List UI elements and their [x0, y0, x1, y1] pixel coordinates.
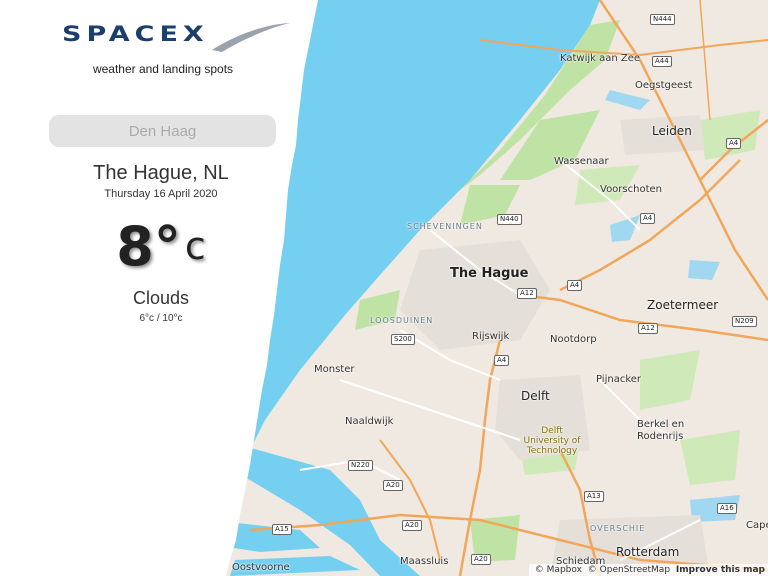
map-label-wassenaar: Wassenaar: [554, 156, 609, 167]
road-shield-n209: N209: [732, 316, 757, 327]
map-label-voorschoten: Voorschoten: [600, 184, 662, 195]
map-label-delft: Delft: [521, 389, 550, 403]
temperature-value: 8°: [116, 215, 181, 278]
map-label-zoetermeer: Zoetermeer: [647, 298, 719, 312]
map-attribution: © Mapbox © OpenStreetMap Improve this ma…: [528, 564, 768, 576]
weather-panel: SPACEX weather and landing spots The Hag…: [0, 0, 330, 576]
road-shield-a20-a: A20: [383, 480, 403, 491]
tagline: weather and landing spots: [92, 62, 234, 76]
road-shield-n220: N220: [348, 460, 373, 471]
app: Katwijk aan Zee Oegstgeest Leiden Wassen…: [0, 0, 768, 576]
spacex-logo: SPACEX: [62, 20, 292, 56]
map-label-katwijk: Katwijk aan Zee: [560, 53, 641, 64]
map-label-pijnacker: Pijnacker: [596, 374, 642, 385]
map-label-nootdorp: Nootdorp: [550, 334, 597, 345]
logo-swoosh-icon: [212, 23, 290, 52]
temperature-range: 6°c / 10°c: [139, 313, 183, 324]
road-shield-a44: A44: [652, 56, 672, 67]
city-name: The Hague, NL: [93, 162, 229, 184]
road-shield-a16: A16: [717, 503, 737, 514]
map-label-maassluis: Maassluis: [400, 556, 449, 567]
weather-date: Thursday 16 April 2020: [104, 188, 218, 200]
map-label-leiden: Leiden: [652, 124, 692, 138]
improve-map-link[interactable]: Improve this map: [676, 565, 765, 575]
map-label-overschie: OVERSCHIE: [590, 524, 646, 533]
road-shield-a20-c: A20: [471, 554, 491, 565]
road-shield-n444: N444: [650, 14, 675, 25]
map-label-rijswijk: Rijswijk: [472, 331, 510, 342]
map-label-berkel: Berkel en Rodenrijs: [637, 419, 685, 442]
road-shield-a4-mid: A4: [640, 213, 656, 224]
road-shield-a13: A13: [584, 491, 604, 502]
road-shield-a12-hague: A12: [517, 288, 537, 299]
map-label-naaldwijk: Naaldwijk: [345, 416, 394, 427]
road-shield-a4-top: A4: [726, 138, 742, 149]
road-shield-a4-rijswijk: A4: [494, 355, 510, 366]
map-label-scheveningen: SCHEVENINGEN: [407, 222, 483, 231]
road-shield-a20-b: A20: [402, 520, 422, 531]
map-label-cape: Cape: [746, 520, 768, 531]
road-shield-s200: S200: [391, 334, 415, 345]
panel-content: SPACEX weather and landing spots The Hag…: [0, 0, 326, 576]
mapbox-link[interactable]: © Mapbox: [535, 565, 582, 575]
map-label-loosduinen: LOOSDUINEN: [370, 316, 434, 325]
map-label-tu-delft: Delft University of Technology: [523, 426, 581, 456]
temperature-unit: c: [184, 224, 206, 268]
road-shield-a12-right: A12: [638, 323, 658, 334]
map-label-the-hague: The Hague: [450, 266, 529, 281]
road-shield-n440: N440: [497, 214, 522, 225]
map-label-oegstgeest: Oegstgeest: [635, 80, 693, 91]
temperature: 8° c: [0, 215, 322, 278]
road-shield-a4-right: A4: [567, 280, 583, 291]
city-search-input[interactable]: [49, 115, 276, 147]
weather-condition: Clouds: [132, 288, 190, 308]
openstreetmap-link[interactable]: © OpenStreetMap: [588, 565, 670, 575]
map-label-rotterdam: Rotterdam: [616, 545, 680, 559]
